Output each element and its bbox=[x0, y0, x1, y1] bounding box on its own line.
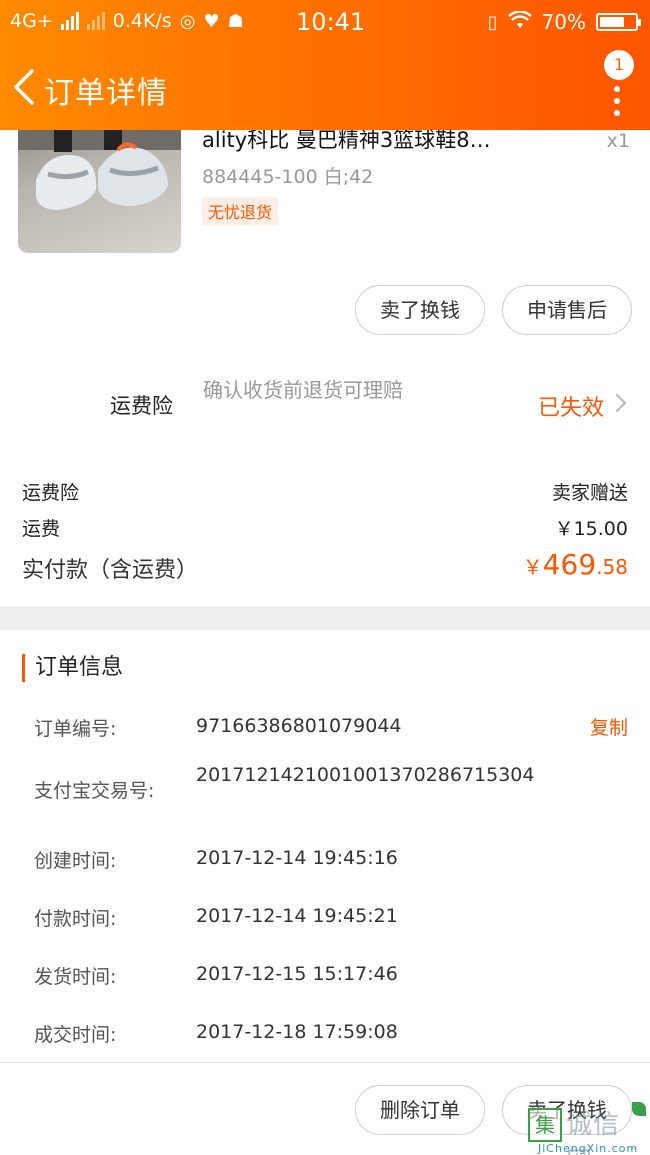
signal-icon bbox=[60, 12, 79, 30]
chevron-right-icon[interactable] bbox=[614, 392, 628, 414]
wifi-icon bbox=[507, 10, 532, 34]
watermark-url: JiChengXin.com bbox=[538, 1142, 639, 1155]
paid-decimal: .58 bbox=[596, 555, 628, 579]
created-time-value: 2017-12-14 19:45:16 bbox=[196, 847, 398, 869]
more-dot-icon bbox=[614, 98, 620, 104]
more-dot-icon bbox=[614, 110, 620, 116]
product-image[interactable] bbox=[18, 110, 181, 253]
status-time: 10:41 bbox=[296, 8, 366, 36]
product-quantity: x1 bbox=[606, 130, 630, 152]
summary-label-insurance: 运费险 bbox=[22, 482, 80, 504]
battery-icon bbox=[596, 13, 641, 31]
completed-time-value: 2017-12-18 17:59:08 bbox=[196, 1021, 398, 1043]
more-dot-icon bbox=[614, 86, 620, 92]
paid-time-label: 付款时间: bbox=[34, 908, 117, 930]
status-right: ▯ 70% bbox=[487, 10, 641, 34]
return-tag: 无忧退货 bbox=[202, 197, 279, 225]
signal-secondary-icon bbox=[86, 12, 105, 30]
chevron-left-icon bbox=[14, 69, 34, 105]
network-speed: 0.4K/s bbox=[112, 10, 172, 32]
copy-button[interactable]: 复制 bbox=[590, 713, 628, 740]
battery-fill bbox=[600, 17, 624, 27]
back-button[interactable] bbox=[8, 66, 42, 108]
product-sku: 884445-100 白;42 bbox=[202, 166, 374, 188]
after-sales-button[interactable]: 申请售后 bbox=[502, 285, 632, 335]
order-number-value: 97166386801079044 bbox=[196, 715, 402, 737]
message-badge[interactable]: 1 bbox=[604, 50, 634, 80]
site-watermark: 集 诚信网 JiChengXin.com bbox=[528, 1098, 646, 1155]
insurance-status[interactable]: 已失效 bbox=[538, 390, 604, 422]
shipped-time-label: 发货时间: bbox=[34, 966, 117, 988]
alipay-number-value: 2017121421001001370286715304 bbox=[196, 764, 535, 786]
more-menu-button[interactable] bbox=[610, 78, 624, 124]
summary-label-shipping: 运费 bbox=[22, 518, 61, 540]
network-type: 4G+ bbox=[10, 10, 53, 32]
paid-currency: ￥ bbox=[522, 555, 543, 579]
battery-percent: 70% bbox=[541, 10, 586, 34]
paid-time-value: 2017-12-14 19:45:21 bbox=[196, 905, 398, 927]
nav-bar: 订单详情 1 bbox=[0, 50, 650, 120]
shipped-time-value: 2017-12-15 15:17:46 bbox=[196, 963, 398, 985]
summary-value-shipping: ￥15.00 bbox=[554, 518, 628, 540]
status-left: 4G+ 0.4K/s ◎ ♥ ☗ bbox=[10, 10, 244, 32]
order-number-label: 订单编号: bbox=[34, 718, 117, 740]
summary-value-insurance: 卖家赠送 bbox=[551, 482, 628, 504]
qq-icon: ☗ bbox=[227, 10, 244, 32]
bottom-bar-divider bbox=[0, 1062, 650, 1063]
sell-for-cash-button[interactable]: 卖了换钱 bbox=[355, 285, 485, 335]
watermark-logo: 集 bbox=[528, 1108, 562, 1142]
insurance-label: 运费险 bbox=[110, 394, 173, 418]
shield-icon: ♥ bbox=[203, 10, 220, 32]
sync-icon: ◎ bbox=[179, 10, 196, 32]
shoe-image-icon bbox=[18, 110, 181, 210]
alipay-number-label: 支付宝交易号: bbox=[34, 780, 155, 802]
app-header: 4G+ 0.4K/s ◎ ♥ ☗ 10:41 ▯ 70% 订单详情 1 bbox=[0, 0, 650, 130]
created-time-label: 创建时间: bbox=[34, 850, 117, 872]
section-divider bbox=[0, 606, 650, 630]
paid-amount: ￥469.58 bbox=[523, 548, 628, 581]
order-info-title: 订单信息 bbox=[22, 654, 123, 682]
completed-time-label: 成交时间: bbox=[34, 1024, 117, 1046]
status-bar: 4G+ 0.4K/s ◎ ♥ ☗ 10:41 ▯ 70% bbox=[0, 0, 650, 44]
leaf-icon bbox=[632, 1102, 646, 1116]
paid-label: 实付款（含运费） bbox=[22, 558, 199, 583]
paid-integer: 469 bbox=[542, 548, 597, 581]
page-title: 订单详情 bbox=[44, 76, 168, 111]
delete-order-button[interactable]: 删除订单 bbox=[355, 1085, 485, 1135]
vibrate-icon: ▯ bbox=[487, 11, 498, 33]
insurance-description: 确认收货前退货可理赔 bbox=[203, 378, 403, 402]
